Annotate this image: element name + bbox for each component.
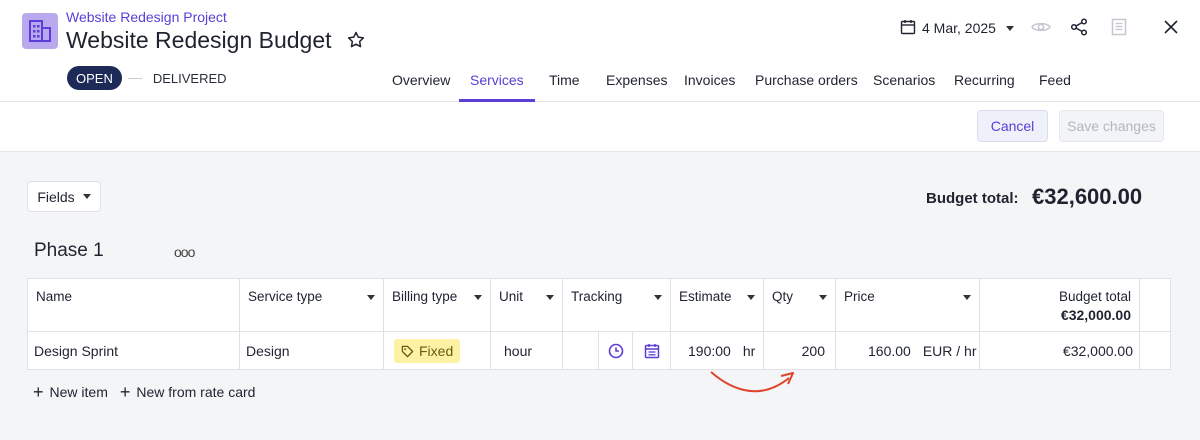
chevron-down-icon[interactable] bbox=[546, 295, 554, 300]
tab-expenses[interactable]: Expenses bbox=[606, 58, 667, 102]
more-options-icon[interactable]: ooo bbox=[174, 244, 195, 260]
price-value: 160.00 bbox=[868, 343, 911, 359]
chevron-down-icon[interactable] bbox=[474, 295, 482, 300]
chevron-down-icon[interactable] bbox=[819, 295, 827, 300]
chevron-down-icon bbox=[82, 194, 91, 199]
column-header-tracking[interactable]: Tracking bbox=[563, 279, 671, 332]
tab-purchase-orders[interactable]: Purchase orders bbox=[755, 58, 858, 102]
new-from-rate-card-button[interactable]: + New from rate card bbox=[119, 382, 256, 402]
plus-icon: + bbox=[119, 382, 131, 402]
estimate-unit: hr bbox=[742, 343, 756, 359]
price-unit: EUR / hr bbox=[922, 343, 977, 359]
date-picker[interactable]: 4 Mar, 2025 bbox=[900, 16, 1014, 40]
building-icon bbox=[22, 13, 58, 49]
status-delivered[interactable]: DELIVERED bbox=[153, 71, 227, 86]
share-icon[interactable] bbox=[1069, 17, 1089, 37]
page-title: Website Redesign Budget bbox=[66, 27, 332, 53]
column-header-name[interactable]: Name bbox=[28, 279, 240, 332]
cell-unit[interactable]: hour bbox=[491, 332, 563, 370]
column-header-spacer bbox=[1140, 279, 1171, 332]
tab-feed[interactable]: Feed bbox=[1039, 58, 1071, 102]
tab-scenarios[interactable]: Scenarios bbox=[873, 58, 935, 102]
budget-total-value: €32,600.00 bbox=[1032, 184, 1143, 209]
tab-recurring[interactable]: Recurring bbox=[954, 58, 1015, 102]
column-budget-total-sum: €32,000.00 bbox=[1060, 307, 1131, 323]
cell-service-type[interactable]: Design bbox=[240, 332, 384, 370]
save-changes-button[interactable]: Save changes bbox=[1059, 110, 1164, 142]
tab-overview[interactable]: Overview bbox=[392, 58, 450, 102]
annotation-arrow bbox=[710, 371, 794, 393]
cell-tracking-time[interactable] bbox=[599, 332, 633, 370]
date-value: 4 Mar, 2025 bbox=[922, 20, 996, 36]
chevron-down-icon[interactable] bbox=[367, 295, 375, 300]
status-badge-open[interactable]: OPEN bbox=[67, 66, 122, 90]
column-header-unit[interactable]: Unit bbox=[491, 279, 563, 332]
budget-total-label: Budget total: bbox=[926, 190, 1019, 207]
tag-icon bbox=[401, 345, 414, 357]
close-icon[interactable] bbox=[1161, 17, 1181, 37]
tab-time[interactable]: Time bbox=[549, 58, 580, 102]
cell-row-spacer bbox=[1140, 332, 1171, 370]
table-actions: + New item + New from rate card bbox=[33, 382, 256, 402]
chevron-down-icon[interactable] bbox=[654, 295, 662, 300]
eye-icon[interactable] bbox=[1031, 17, 1051, 37]
breadcrumb-project-link[interactable]: Website Redesign Project bbox=[66, 9, 227, 25]
fields-label: Fields bbox=[37, 188, 75, 205]
cell-tracking-empty[interactable] bbox=[563, 332, 599, 370]
chevron-down-icon bbox=[1005, 25, 1014, 31]
phase-title[interactable]: Phase 1 bbox=[34, 240, 104, 262]
tab-services[interactable]: Services bbox=[459, 58, 535, 102]
page-header: Website Redesign Project Website Redesig… bbox=[0, 0, 1200, 102]
column-header-qty[interactable]: Qty bbox=[764, 279, 836, 332]
clock-icon[interactable] bbox=[608, 343, 624, 359]
column-header-estimate[interactable]: Estimate bbox=[671, 279, 764, 332]
document-icon[interactable] bbox=[1109, 17, 1129, 37]
calendar-icon bbox=[900, 19, 916, 38]
billing-type-badge[interactable]: Fixed bbox=[394, 339, 461, 363]
tab-invoices[interactable]: Invoices bbox=[684, 58, 735, 102]
column-header-service-type[interactable]: Service type bbox=[240, 279, 384, 332]
star-icon[interactable] bbox=[346, 30, 366, 50]
calendar-list-icon[interactable] bbox=[644, 343, 660, 359]
estimate-value: 190:00 bbox=[688, 343, 731, 359]
fields-dropdown[interactable]: Fields bbox=[27, 181, 101, 212]
cell-billing-type[interactable]: Fixed bbox=[384, 332, 491, 370]
column-header-price[interactable]: Price bbox=[836, 279, 980, 332]
services-table: Name Service type Billing type Unit Trac… bbox=[27, 278, 1171, 370]
column-header-billing-type[interactable]: Billing type bbox=[384, 279, 491, 332]
new-item-button[interactable]: + New item bbox=[33, 382, 108, 402]
actions-bar: Cancel Save changes bbox=[0, 102, 1200, 152]
plus-icon: + bbox=[33, 382, 44, 402]
cell-tracking-calendar[interactable] bbox=[633, 332, 671, 370]
cell-price[interactable]: 160.00 EUR / hr bbox=[836, 332, 980, 370]
cancel-button[interactable]: Cancel bbox=[977, 110, 1048, 142]
column-header-budget-total[interactable]: Budget total €32,000.00 bbox=[980, 279, 1140, 332]
status-stepper: OPEN DELIVERED bbox=[67, 66, 227, 90]
chevron-down-icon[interactable] bbox=[963, 295, 971, 300]
cell-budget-total: €32,000.00 bbox=[980, 332, 1140, 370]
status-divider bbox=[127, 77, 142, 79]
cell-name[interactable]: Design Sprint bbox=[28, 332, 240, 370]
chevron-down-icon[interactable] bbox=[747, 295, 755, 300]
